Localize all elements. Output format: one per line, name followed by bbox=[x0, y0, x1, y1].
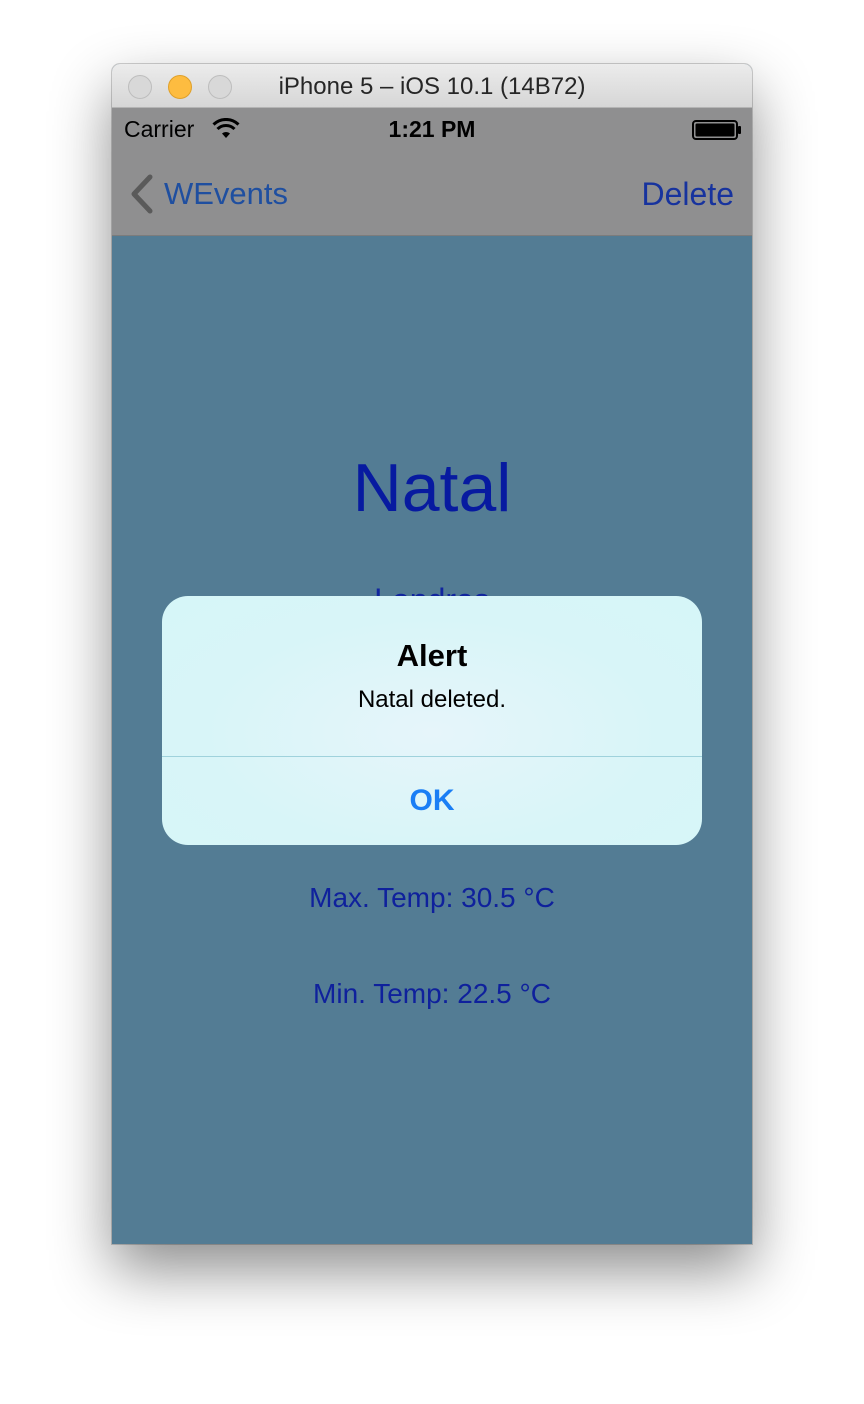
window-title: iPhone 5 – iOS 10.1 (14B72) bbox=[278, 73, 586, 100]
event-name: Natal bbox=[352, 450, 512, 526]
status-time: 1:21 PM bbox=[388, 116, 476, 142]
min-temperature: Min. Temp: 22.5 °C bbox=[313, 978, 551, 1009]
back-button-label: WEvents bbox=[164, 176, 289, 211]
simulator-window: iPhone 5 – iOS 10.1 (14B72) Carrier 1:21… bbox=[112, 64, 752, 1244]
navigation-area: Carrier 1:21 PM WEvents Delete bbox=[112, 108, 752, 236]
back-button[interactable]: WEvents bbox=[128, 174, 288, 214]
alert-ok-button[interactable]: OK bbox=[162, 757, 702, 845]
alert-dialog: Alert Natal deleted. OK bbox=[162, 596, 702, 845]
alert-message: Natal deleted. bbox=[357, 686, 507, 713]
delete-button[interactable]: Delete bbox=[642, 174, 735, 214]
chevron-left-icon bbox=[131, 174, 153, 214]
window-titlebar[interactable]: iPhone 5 – iOS 10.1 (14B72) bbox=[112, 64, 752, 108]
battery-full-icon bbox=[692, 120, 741, 140]
alert-title: Alert bbox=[396, 638, 468, 673]
device-screen: Carrier 1:21 PM WEvents Delete Natal Lon bbox=[112, 108, 752, 1244]
max-temperature: Max. Temp: 30.5 °C bbox=[309, 882, 555, 913]
